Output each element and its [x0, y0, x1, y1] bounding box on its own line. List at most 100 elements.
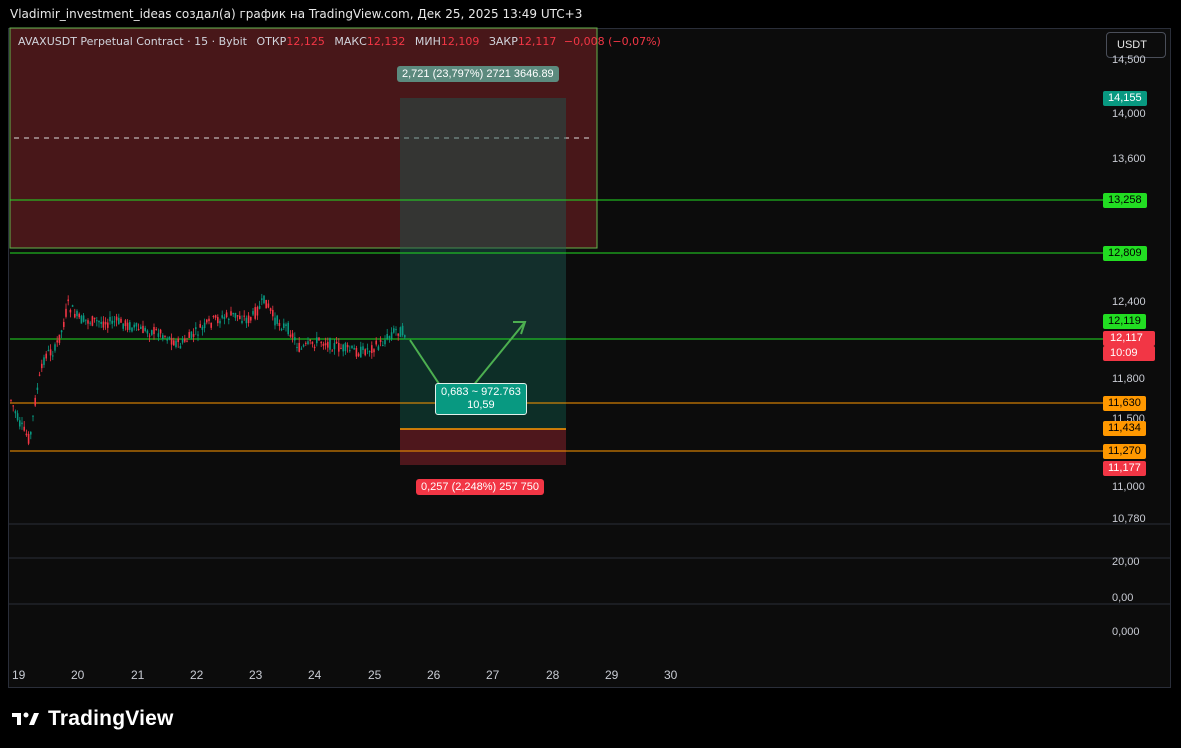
candle-body [289, 334, 292, 337]
candle-body [124, 320, 127, 327]
candle-body [327, 341, 329, 348]
candle-body [217, 317, 219, 324]
candle-body [219, 320, 221, 324]
candle-body [89, 322, 91, 324]
tradingview-logo[interactable]: TradingView [12, 707, 174, 731]
candle-body [397, 333, 399, 336]
candle-body [302, 345, 305, 347]
price-tick: 11,000 [1112, 481, 1145, 493]
candle-body [148, 335, 151, 337]
candle-body [96, 320, 98, 322]
candle-body [269, 308, 272, 311]
candle-body [115, 316, 118, 321]
candle-body [186, 340, 188, 342]
candle-body [280, 329, 283, 331]
candle-body [377, 346, 380, 350]
candle-body [221, 315, 223, 318]
price-tag[interactable]: 14,155 [1103, 91, 1147, 106]
candle-body [283, 323, 285, 328]
candle-body [390, 332, 393, 339]
candle-body [162, 335, 164, 340]
tradingview-logo-icon [12, 712, 39, 725]
price-tag[interactable]: 11,630 [1103, 396, 1146, 411]
indicator-tick: 0,000 [1112, 626, 1140, 638]
price-tick: 13,600 [1112, 153, 1146, 165]
candle-body [351, 345, 353, 348]
candle-body [140, 326, 142, 329]
candle-body [258, 305, 261, 309]
time-tick: 22 [190, 668, 204, 682]
close-value: 12,117 [517, 35, 557, 48]
candle-body [276, 315, 278, 324]
candle-body [12, 405, 14, 407]
symbol-legend[interactable]: AVAXUSDT Perpetual Contract · 15 · Bybit… [18, 35, 661, 48]
chart-canvas[interactable] [0, 0, 1181, 748]
time-tick: 19 [12, 668, 26, 682]
candle-body [164, 335, 166, 337]
candle-body [272, 309, 274, 317]
candle-body [245, 317, 248, 324]
candle-body [362, 346, 364, 350]
time-tick: 23 [249, 668, 263, 682]
candle-body [223, 316, 226, 320]
candle-body [67, 299, 69, 302]
candle-body [181, 338, 184, 343]
candle-body [34, 397, 36, 406]
candle-body [318, 337, 320, 341]
candle-body [82, 315, 85, 322]
candle-body [346, 344, 349, 348]
candle-body [190, 331, 193, 338]
time-tick: 29 [605, 668, 619, 682]
stop-label[interactable]: 0,257 (2,248%) 257 750 [416, 479, 545, 495]
price-tag[interactable]: 12,119 [1103, 314, 1146, 329]
candle-body [21, 422, 23, 425]
symbol-name: AVAXUSDT Perpetual Contract · 15 · Bybit [18, 35, 247, 48]
open-value: 12,125 [286, 35, 325, 48]
candle-body [360, 346, 362, 358]
price-tag[interactable]: 12,809 [1103, 246, 1147, 261]
price-tag[interactable]: 11,177 [1103, 461, 1146, 476]
time-tick: 20 [71, 668, 85, 682]
price-tag[interactable]: 11,434 [1103, 421, 1146, 436]
low-value: 12,109 [440, 35, 480, 48]
candle-body [322, 343, 325, 346]
last-price-tag[interactable]: 12,117 [1103, 331, 1155, 346]
candle-body [298, 342, 300, 352]
position-center-label[interactable]: 0,683 ~ 972.763 10,59 [435, 383, 527, 415]
target-label[interactable]: 2,721 (23,797%) 2721 3646.89 [397, 66, 559, 82]
candle-body [41, 363, 43, 369]
candle-body [208, 318, 210, 322]
position-stop-zone[interactable] [400, 429, 566, 465]
indicator-tick: 20,00 [1112, 556, 1140, 568]
candle-body [388, 336, 391, 339]
candle-body [47, 350, 50, 352]
candle-body [146, 330, 149, 334]
candle-body [155, 328, 157, 330]
candle-body [93, 317, 96, 320]
candle-body [32, 415, 34, 417]
candle-body [305, 342, 307, 344]
candle-body [375, 340, 377, 345]
candle-body [122, 323, 124, 329]
candle-body [254, 307, 256, 319]
candle-body [63, 321, 65, 327]
candle-body [159, 329, 162, 334]
price-tag[interactable]: 13,258 [1103, 193, 1147, 208]
candle-body [247, 315, 250, 324]
candle-body [195, 327, 197, 330]
candle-body [166, 339, 168, 341]
candle-body [333, 343, 336, 350]
price-tag[interactable]: 11,270 [1103, 444, 1146, 459]
candle-body [366, 348, 369, 350]
candle-body [236, 315, 239, 317]
candle-body [129, 322, 131, 330]
time-tick: 28 [546, 668, 560, 682]
candle-body [118, 317, 120, 324]
price-tick: 14,000 [1112, 108, 1146, 120]
candle-body [104, 321, 107, 325]
position-target-zone[interactable] [400, 98, 566, 339]
candle-body [153, 327, 155, 335]
candle-body [291, 333, 294, 338]
candle-body [120, 318, 122, 323]
candle-body [113, 321, 116, 323]
